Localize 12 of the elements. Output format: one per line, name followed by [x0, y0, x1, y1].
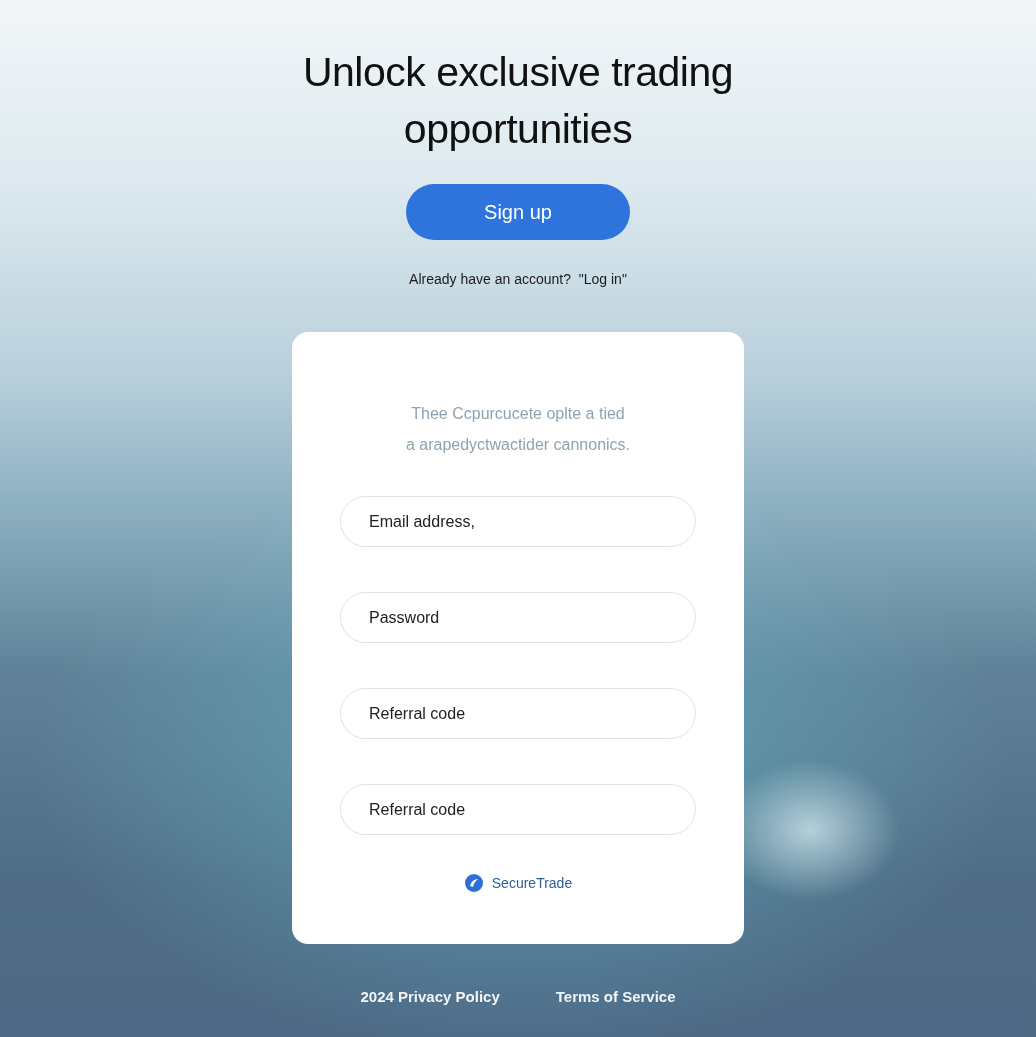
- login-link[interactable]: Already have an account? "Log in": [409, 271, 627, 287]
- footer-link[interactable]: 2024 Privacy Policy: [360, 988, 500, 1005]
- input-field[interactable]: Referral code: [340, 784, 696, 835]
- input-field[interactable]: Password: [340, 592, 696, 643]
- headline: Unlock exclusive trading opportunities: [301, 48, 735, 154]
- brand-name: SecureTrade: [491, 875, 573, 891]
- input-field[interactable]: Referral code: [340, 688, 696, 739]
- sign-up-button[interactable]: Sign up: [406, 184, 630, 240]
- footer-link[interactable]: Terms of Service: [555, 988, 676, 1005]
- card-description: Thee Ccpurcucete oplte a tied a arapedyctwactider cannonics.: [405, 404, 631, 455]
- logo-icon: [463, 873, 484, 893]
- input-field[interactable]: Email address,: [340, 496, 696, 547]
